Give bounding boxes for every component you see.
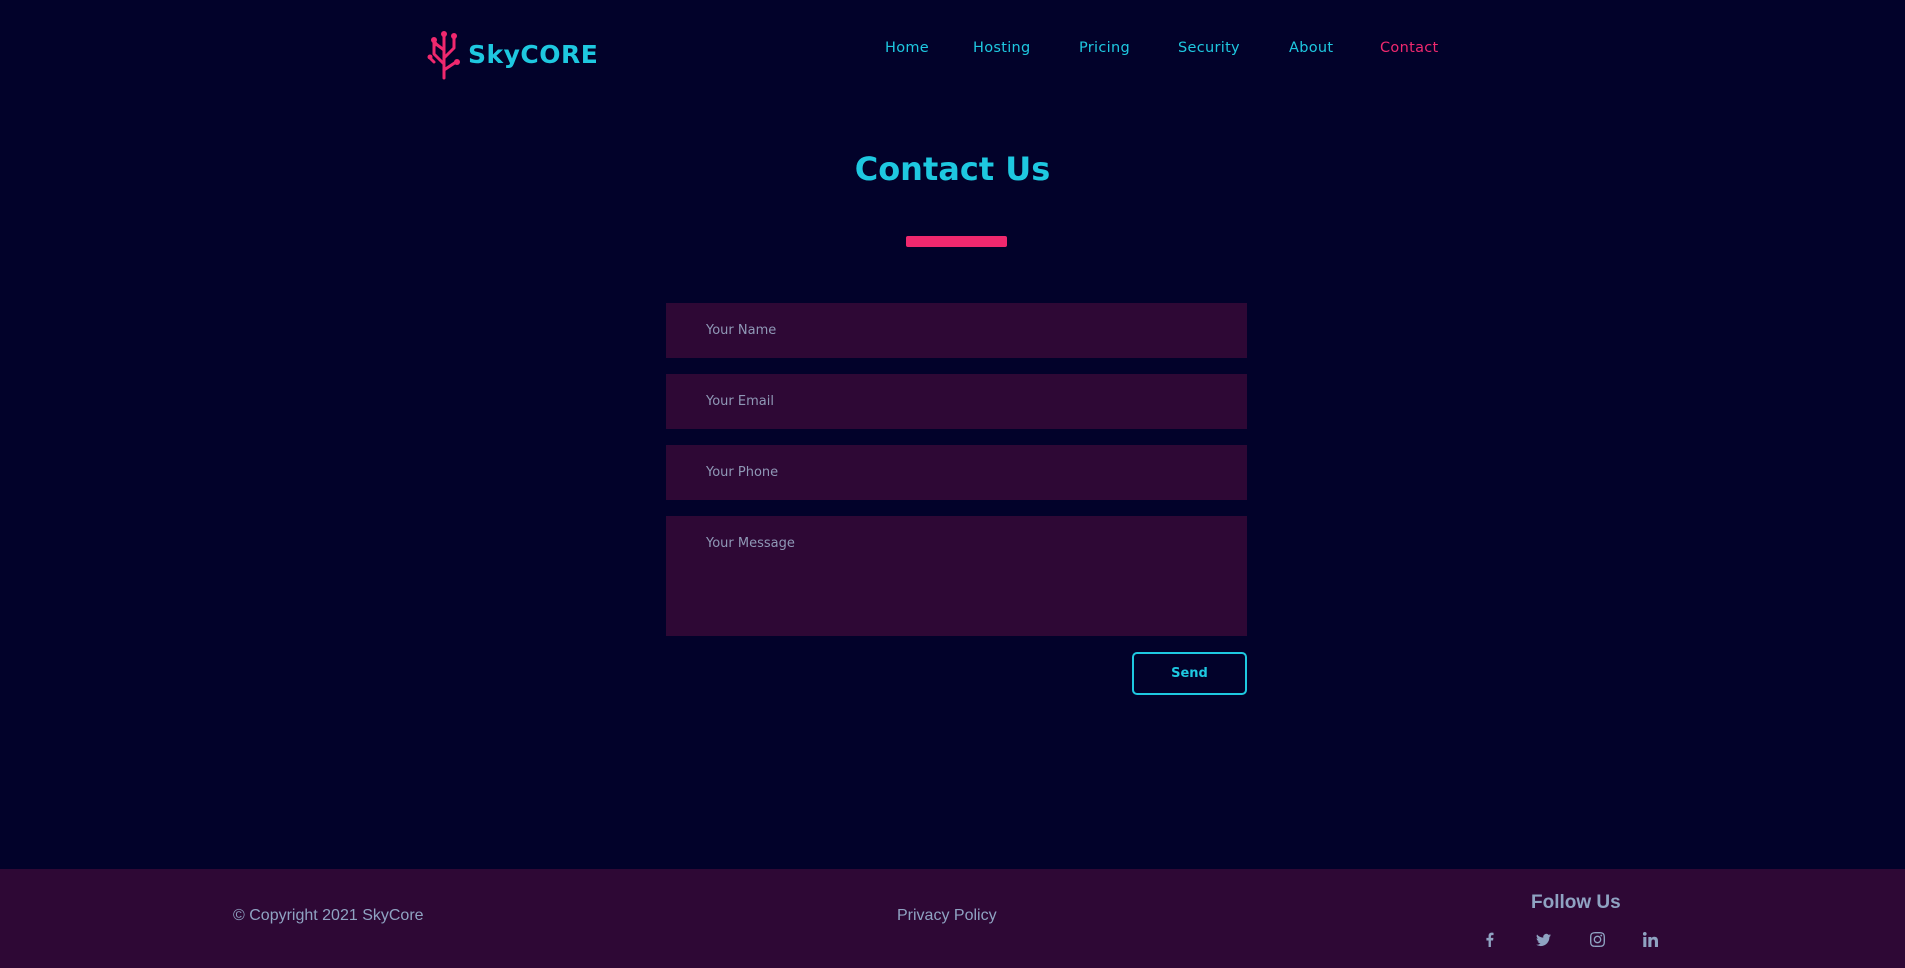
nav-item-contact[interactable]: Contact: [1380, 40, 1439, 56]
site-footer: © Copyright 2021 SkyCore Privacy Policy …: [0, 869, 1905, 968]
site-header: SkyCORE Home Hosting Pricing Security Ab…: [0, 0, 1905, 105]
twitter-icon[interactable]: [1533, 929, 1553, 949]
main-nav: Home Hosting Pricing Security About Cont…: [0, 40, 1905, 64]
send-button[interactable]: Send: [1132, 652, 1247, 695]
page-title: Contact Us: [854, 150, 1051, 188]
nav-item-about[interactable]: About: [1289, 40, 1333, 56]
follow-us-heading: Follow Us: [1531, 892, 1621, 913]
nav-item-pricing[interactable]: Pricing: [1079, 40, 1130, 56]
email-input[interactable]: [666, 374, 1247, 429]
privacy-policy-link[interactable]: Privacy Policy: [897, 907, 997, 925]
instagram-icon[interactable]: [1587, 929, 1607, 949]
linkedin-icon[interactable]: [1640, 929, 1660, 949]
name-input[interactable]: [666, 303, 1247, 358]
facebook-icon[interactable]: [1479, 929, 1499, 949]
title-underline: [906, 236, 1007, 247]
copyright-text: © Copyright 2021 SkyCore: [233, 907, 424, 924]
nav-item-hosting[interactable]: Hosting: [973, 40, 1031, 56]
message-textarea[interactable]: [666, 516, 1247, 636]
phone-input[interactable]: [666, 445, 1247, 500]
nav-item-security[interactable]: Security: [1178, 40, 1240, 56]
nav-item-home[interactable]: Home: [885, 40, 929, 56]
